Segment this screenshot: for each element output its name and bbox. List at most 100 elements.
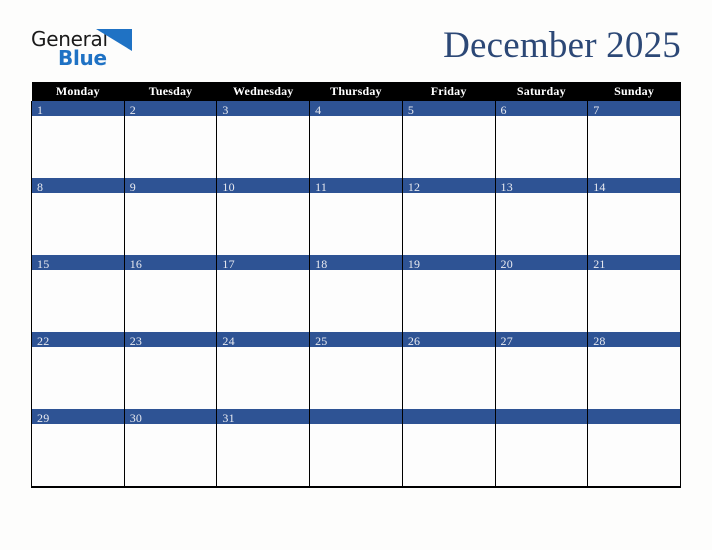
day-event-area[interactable] <box>588 347 680 409</box>
day-event-area[interactable] <box>217 347 310 409</box>
day-event-area[interactable] <box>402 270 495 332</box>
calendar-day-cell[interactable]: 18 <box>309 255 403 332</box>
calendar-day-cell[interactable]: 6 <box>494 101 589 178</box>
day-number-band: 25 <box>310 332 402 347</box>
calendar-day-cell[interactable] <box>494 409 589 488</box>
day-event-area[interactable] <box>217 424 310 486</box>
calendar-day-cell[interactable]: 2 <box>123 101 218 178</box>
day-event-area[interactable] <box>124 347 217 409</box>
day-event-area[interactable] <box>588 193 680 255</box>
calendar-day-cell[interactable]: 30 <box>123 409 218 488</box>
day-event-area[interactable] <box>124 424 217 486</box>
day-number-band: 19 <box>402 255 495 270</box>
day-event-area[interactable] <box>402 193 495 255</box>
day-number-band <box>588 409 680 424</box>
calendar-day-cell[interactable]: 10 <box>216 178 311 255</box>
general-blue-logo[interactable]: General Blue <box>31 28 181 72</box>
calendar-day-cell[interactable]: 29 <box>31 409 125 488</box>
day-number-band: 13 <box>495 178 588 193</box>
day-number-band: 7 <box>588 101 680 116</box>
calendar-day-cell[interactable]: 24 <box>216 332 311 409</box>
day-number: 15 <box>37 257 50 270</box>
calendar-day-cell[interactable]: 7 <box>587 101 681 178</box>
day-number-band: 2 <box>124 101 217 116</box>
day-event-area[interactable] <box>310 116 402 178</box>
day-number-band: 24 <box>217 332 310 347</box>
calendar-day-cell[interactable]: 5 <box>401 101 496 178</box>
day-number-band: 12 <box>402 178 495 193</box>
day-number: 13 <box>500 180 513 193</box>
calendar-day-cell[interactable]: 16 <box>123 255 218 332</box>
day-event-area[interactable] <box>217 116 310 178</box>
calendar-day-cell[interactable]: 1 <box>31 101 125 178</box>
calendar-day-cell[interactable]: 28 <box>587 332 681 409</box>
calendar-day-cell[interactable]: 3 <box>216 101 311 178</box>
day-event-area[interactable] <box>495 424 588 486</box>
calendar-day-cell[interactable]: 17 <box>216 255 311 332</box>
day-event-area[interactable] <box>217 193 310 255</box>
calendar-day-cell[interactable] <box>309 409 403 488</box>
day-event-area[interactable] <box>32 424 124 486</box>
calendar-day-cell[interactable]: 8 <box>31 178 125 255</box>
calendar-day-cell[interactable]: 27 <box>494 332 589 409</box>
calendar-day-cell[interactable]: 4 <box>309 101 403 178</box>
day-event-area[interactable] <box>402 347 495 409</box>
day-event-area[interactable] <box>124 193 217 255</box>
calendar-day-cell[interactable]: 9 <box>123 178 218 255</box>
day-event-area[interactable] <box>495 116 588 178</box>
day-event-area[interactable] <box>124 270 217 332</box>
day-event-area[interactable] <box>310 270 402 332</box>
calendar-day-cell[interactable]: 25 <box>309 332 403 409</box>
calendar-day-cell[interactable]: 15 <box>31 255 125 332</box>
calendar-day-cell[interactable]: 26 <box>401 332 496 409</box>
day-number-band: 4 <box>310 101 402 116</box>
day-event-area[interactable] <box>217 270 310 332</box>
calendar-day-cell[interactable] <box>401 409 496 488</box>
day-number: 19 <box>407 257 421 270</box>
day-event-area[interactable] <box>402 424 495 486</box>
day-event-area[interactable] <box>588 270 680 332</box>
day-event-area[interactable] <box>124 116 217 178</box>
calendar-day-cell[interactable]: 21 <box>587 255 681 332</box>
day-event-area[interactable] <box>495 347 588 409</box>
calendar-day-cell[interactable] <box>587 409 681 488</box>
day-number: 12 <box>407 180 421 193</box>
calendar-day-cell[interactable]: 11 <box>309 178 403 255</box>
day-number: 17 <box>222 257 235 270</box>
day-event-area[interactable] <box>495 270 588 332</box>
weekday-header-wednesday: Wednesday <box>216 82 310 101</box>
day-number-band: 29 <box>32 409 124 424</box>
calendar-day-cell[interactable]: 22 <box>31 332 125 409</box>
day-event-area[interactable] <box>402 116 495 178</box>
day-number: 11 <box>315 180 328 193</box>
calendar-day-cell[interactable]: 23 <box>123 332 218 409</box>
calendar-day-cell[interactable]: 14 <box>587 178 681 255</box>
day-number-band: 26 <box>402 332 495 347</box>
calendar-day-cell[interactable]: 19 <box>401 255 496 332</box>
day-number-band: 14 <box>588 178 680 193</box>
day-event-area[interactable] <box>32 270 124 332</box>
day-number: 27 <box>500 334 513 347</box>
day-number: 22 <box>37 334 50 347</box>
day-event-area[interactable] <box>310 424 402 486</box>
day-event-area[interactable] <box>310 193 402 255</box>
calendar-day-cell[interactable]: 12 <box>401 178 496 255</box>
day-number: 23 <box>129 334 143 347</box>
day-event-area[interactable] <box>310 347 402 409</box>
day-event-area[interactable] <box>495 193 588 255</box>
day-number: 9 <box>129 180 136 193</box>
day-event-area[interactable] <box>32 193 124 255</box>
day-number-band: 9 <box>124 178 217 193</box>
calendar-day-cell[interactable]: 13 <box>494 178 589 255</box>
day-event-area[interactable] <box>32 116 124 178</box>
day-event-area[interactable] <box>588 116 680 178</box>
day-event-area[interactable] <box>588 424 680 486</box>
logo-text-blue: Blue <box>58 46 107 70</box>
day-number: 29 <box>37 411 50 424</box>
calendar-day-cell[interactable]: 31 <box>216 409 311 488</box>
day-number: 4 <box>315 103 322 116</box>
day-event-area[interactable] <box>32 347 124 409</box>
day-number-band: 17 <box>217 255 310 270</box>
calendar-day-cell[interactable]: 20 <box>494 255 589 332</box>
day-number: 21 <box>593 257 606 270</box>
